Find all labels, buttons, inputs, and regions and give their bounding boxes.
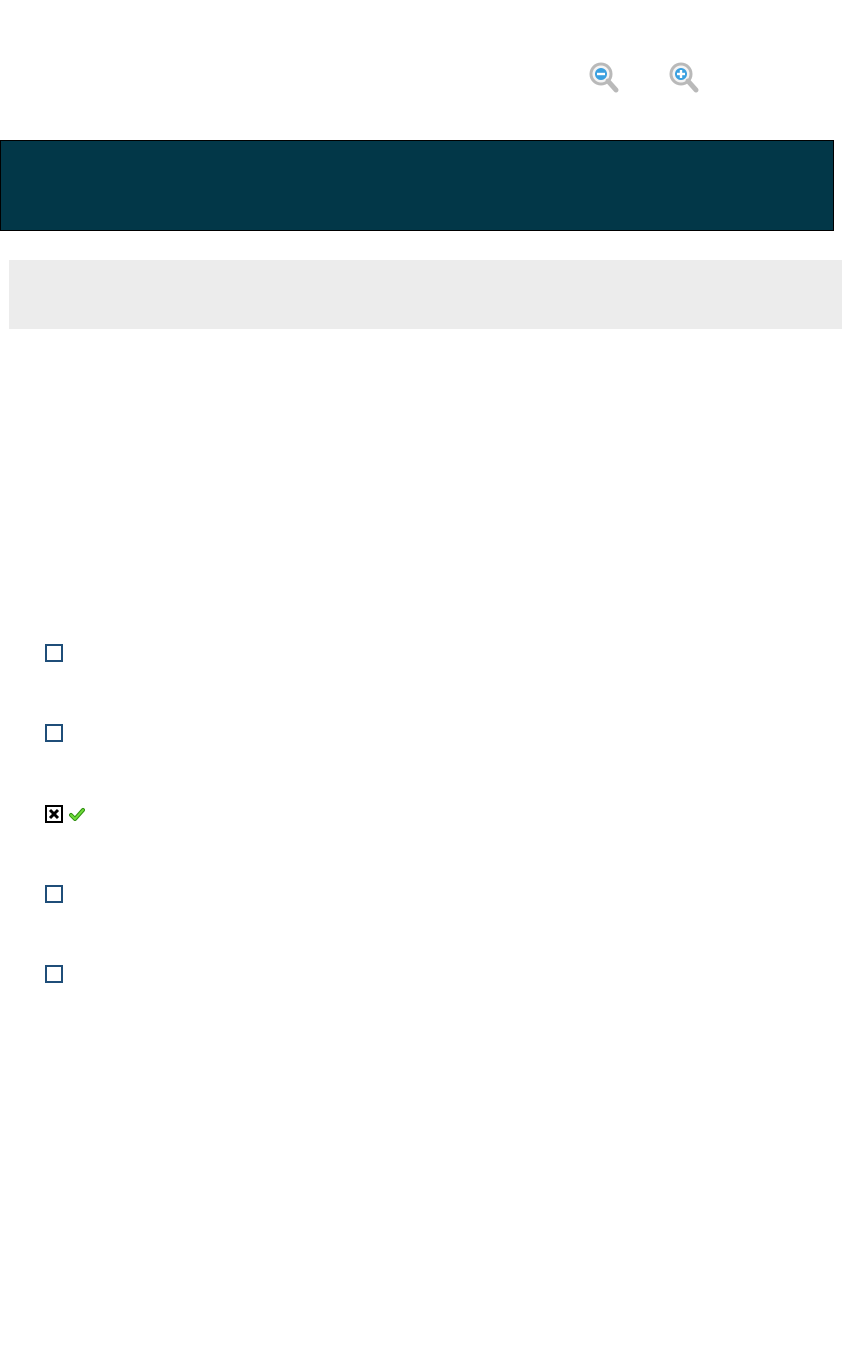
answer-option-5 (45, 965, 63, 983)
x-mark-icon (48, 808, 60, 820)
answer-checkbox-5[interactable] (45, 965, 63, 983)
answer-checkbox-3[interactable] (45, 805, 63, 823)
answer-option-3 (45, 805, 85, 823)
answer-checkbox-1[interactable] (45, 644, 63, 662)
zoom-in-button[interactable] (666, 60, 702, 96)
correct-check-icon (69, 808, 85, 821)
zoom-in-icon (669, 62, 699, 93)
question-info-bar (9, 260, 842, 329)
answer-option-2 (45, 724, 63, 742)
answer-checkbox-2[interactable] (45, 724, 63, 742)
answer-checkbox-4[interactable] (45, 885, 63, 903)
zoom-out-button[interactable] (586, 60, 622, 96)
zoom-out-icon (589, 62, 619, 93)
question-header-bar (0, 140, 834, 231)
answer-option-1 (45, 644, 63, 662)
answer-option-4 (45, 885, 63, 903)
